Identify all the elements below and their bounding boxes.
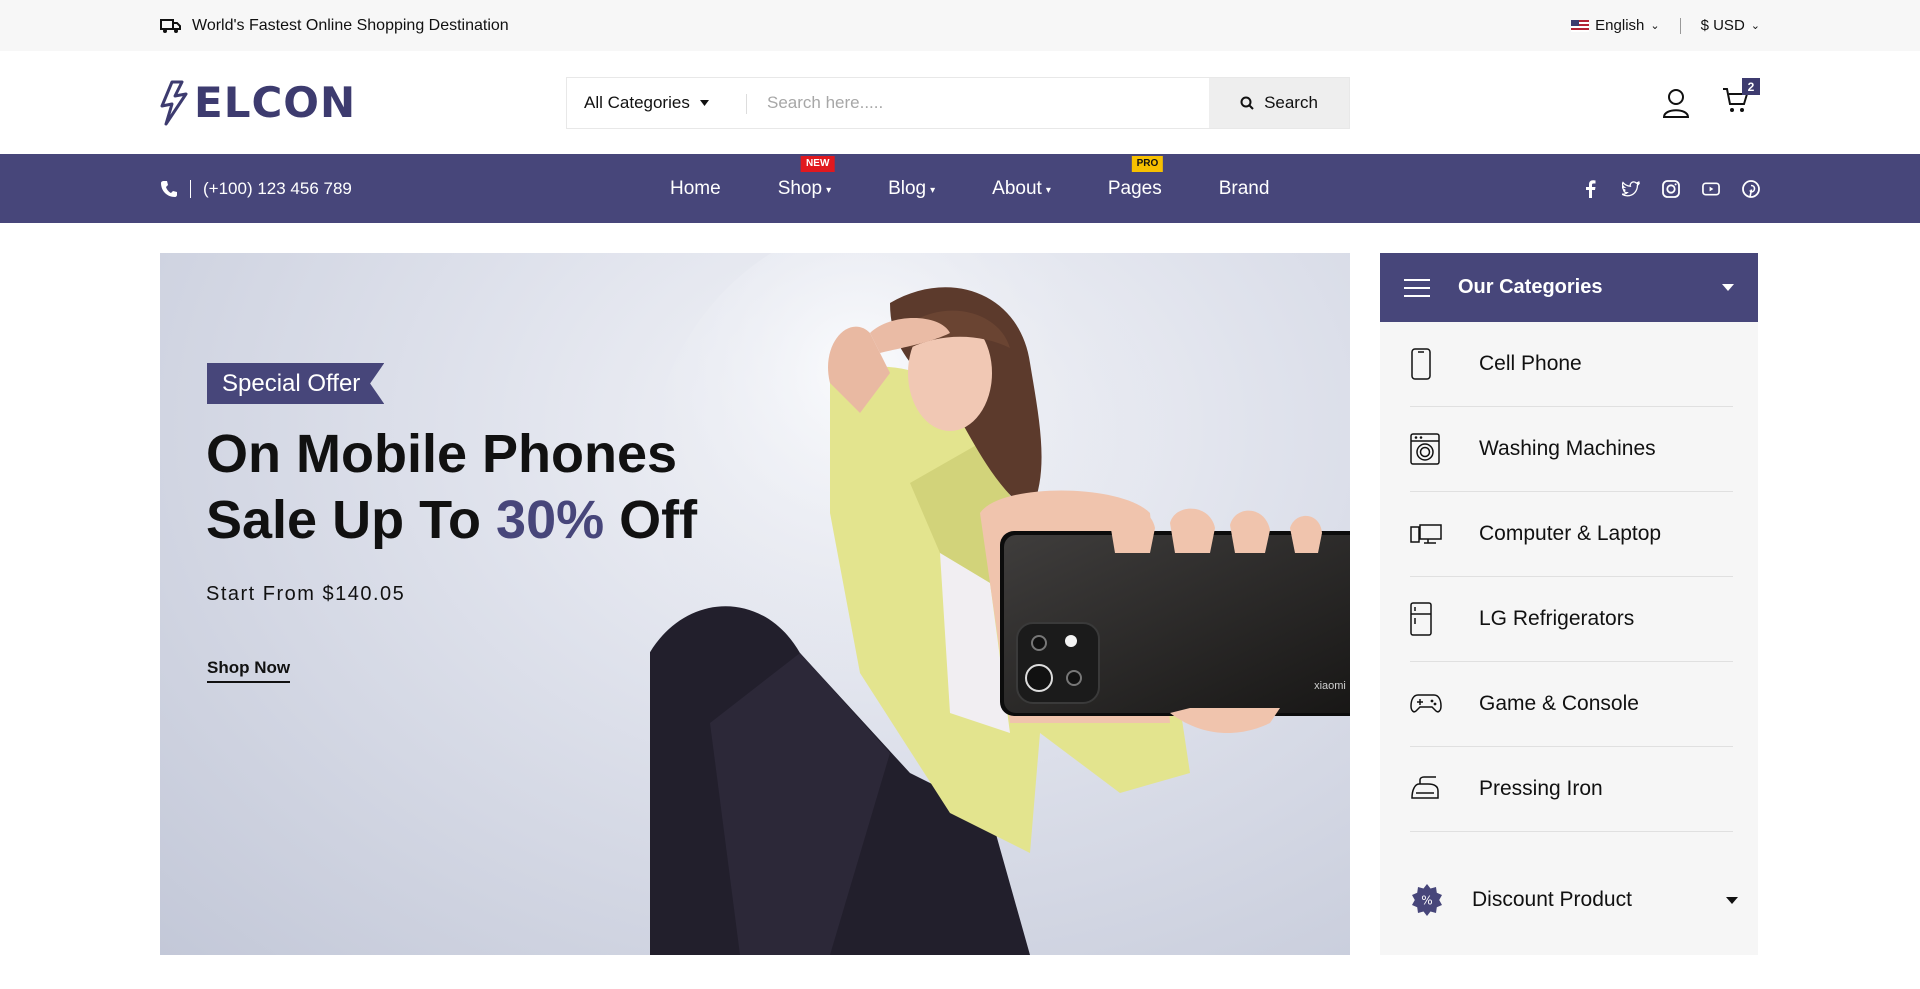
search-input[interactable] [747, 77, 1209, 128]
nav-item-blog[interactable]: Blog ▾ [888, 178, 935, 200]
caret-down-icon: ▾ [826, 184, 832, 196]
discount-product-label: Discount Product [1472, 888, 1632, 911]
user-account-icon[interactable] [1662, 88, 1690, 118]
main-content: xiaomi Special Offer On Mobile Phones Sa… [0, 253, 1920, 955]
headline-text: Off [604, 490, 698, 550]
social-links [1582, 179, 1760, 198]
phone-icon [161, 180, 177, 197]
category-label: LG Refrigerators [1479, 607, 1635, 630]
gamepad-icon [1410, 694, 1442, 713]
nav-item-home[interactable]: Home [670, 178, 721, 200]
instagram-icon[interactable] [1662, 179, 1680, 198]
cart-button[interactable]: 2 [1722, 78, 1760, 119]
category-label: Washing Machines [1479, 437, 1656, 460]
search-button-label: Search [1264, 92, 1318, 112]
main-navigation: (+100) 123 456 789 Home NEW Shop ▾ Blog … [0, 154, 1920, 223]
currency-label: $ USD [1700, 17, 1745, 34]
headline-line-1: On Mobile Phones [206, 424, 678, 484]
iron-icon [1411, 776, 1439, 799]
refrigerator-icon [1410, 602, 1432, 636]
caret-down-icon [699, 99, 709, 106]
language-selector[interactable]: English ⌄ [1571, 17, 1660, 34]
nav-item-label: Blog [888, 177, 927, 199]
language-label: English [1595, 17, 1645, 34]
nav-item-pages[interactable]: PRO Pages [1107, 155, 1164, 200]
special-offer-tag: Special Offer [207, 363, 385, 404]
phone-number: (+100) 123 456 789 [203, 178, 352, 198]
us-flag-icon [1571, 19, 1590, 32]
caret-down-icon [1722, 284, 1734, 291]
washing-machine-icon [1410, 433, 1440, 465]
starting-price: Start From $140.05 [206, 583, 406, 605]
top-bar: World's Fastest Online Shopping Destinat… [0, 0, 1920, 51]
special-offer-label: Special Offer [222, 369, 361, 397]
category-item-game-console[interactable]: Game & Console [1410, 662, 1733, 747]
category-item-pressing-iron[interactable]: Pressing Iron [1410, 747, 1733, 832]
discount-badge-icon: % [1412, 884, 1442, 916]
category-list: Cell Phone Washing Machines Computer & L… [1380, 322, 1758, 832]
twitter-icon[interactable] [1622, 180, 1640, 198]
nav-item-label: Brand [1218, 177, 1270, 199]
contact-phone[interactable]: (+100) 123 456 789 [160, 179, 670, 199]
nav-item-label: About [992, 177, 1042, 199]
site-header: ELCON All Categories Search 2 [0, 51, 1920, 154]
categories-title: Our Categories [1458, 276, 1603, 298]
nav-item-about[interactable]: About ▾ [992, 178, 1051, 200]
promo-text: World's Fastest Online Shopping Destinat… [192, 16, 509, 34]
search-icon [1240, 96, 1254, 110]
category-item-cell-phone[interactable]: Cell Phone [1410, 322, 1733, 407]
search-button[interactable]: Search [1209, 77, 1349, 128]
logo-text: ELCON [194, 78, 357, 127]
logo[interactable]: ELCON [160, 78, 566, 127]
new-badge: NEW [801, 155, 835, 172]
truck-icon [160, 18, 181, 33]
promo-message: World's Fastest Online Shopping Destinat… [160, 17, 509, 35]
chevron-down-icon: ⌄ [1750, 20, 1760, 32]
headline-text: Sale Up To [206, 490, 497, 550]
nav-item-label: Home [670, 177, 721, 199]
cell-phone-icon [1411, 348, 1431, 380]
lightning-logo-icon [160, 80, 188, 125]
category-label: Computer & Laptop [1479, 522, 1662, 545]
banner-headline: On Mobile Phones Sale Up To 30% Off [206, 421, 697, 553]
youtube-icon[interactable] [1702, 180, 1720, 198]
computer-icon [1410, 524, 1442, 544]
category-select-label: All Categories [584, 92, 690, 112]
pro-badge: PRO [1131, 155, 1164, 172]
discount-percent: 30% [496, 490, 605, 550]
headline-line-2: Sale Up To 30% Off [206, 487, 697, 553]
category-select[interactable]: All Categories [567, 78, 747, 128]
currency-selector[interactable]: $ USD ⌄ [1701, 17, 1760, 34]
hamburger-menu-icon [1404, 278, 1430, 297]
hero-banner: xiaomi Special Offer On Mobile Phones Sa… [160, 253, 1350, 955]
svg-text:%: % [1421, 894, 1432, 908]
category-label: Game & Console [1479, 692, 1639, 715]
category-label: Pressing Iron [1479, 777, 1603, 800]
category-label: Cell Phone [1479, 352, 1582, 375]
nav-item-label: Shop [777, 177, 823, 199]
cart-count-badge: 2 [1742, 78, 1760, 95]
discount-product-toggle[interactable]: % Discount Product [1380, 832, 1758, 968]
caret-down-icon [1726, 896, 1738, 904]
nav-item-label: Pages [1107, 177, 1162, 199]
search-bar: All Categories Search [566, 76, 1350, 129]
caret-down-icon: ▾ [930, 184, 936, 196]
phone-brand-text: xiaomi [1314, 680, 1346, 692]
divider [190, 179, 191, 198]
nav-item-brand[interactable]: Brand [1219, 178, 1270, 200]
model-holding-phone-image: xiaomi [650, 253, 1350, 955]
caret-down-icon: ▾ [1045, 184, 1051, 196]
category-item-computer-laptop[interactable]: Computer & Laptop [1410, 492, 1733, 577]
facebook-icon[interactable] [1582, 179, 1600, 198]
category-item-lg-refrigerators[interactable]: LG Refrigerators [1410, 577, 1733, 662]
category-item-washing-machines[interactable]: Washing Machines [1410, 407, 1733, 492]
categories-panel: Our Categories Cell Phone Washing Machin… [1380, 253, 1758, 955]
chevron-down-icon: ⌄ [1650, 20, 1660, 32]
nav-menu: Home NEW Shop ▾ Blog ▾ About ▾ PRO Pages… [670, 155, 1326, 200]
categories-header[interactable]: Our Categories [1380, 253, 1758, 322]
pinterest-icon[interactable] [1742, 179, 1760, 198]
nav-item-shop[interactable]: NEW Shop ▾ [777, 155, 835, 200]
shop-now-link[interactable]: Shop Now [207, 658, 291, 683]
divider [1679, 17, 1681, 34]
